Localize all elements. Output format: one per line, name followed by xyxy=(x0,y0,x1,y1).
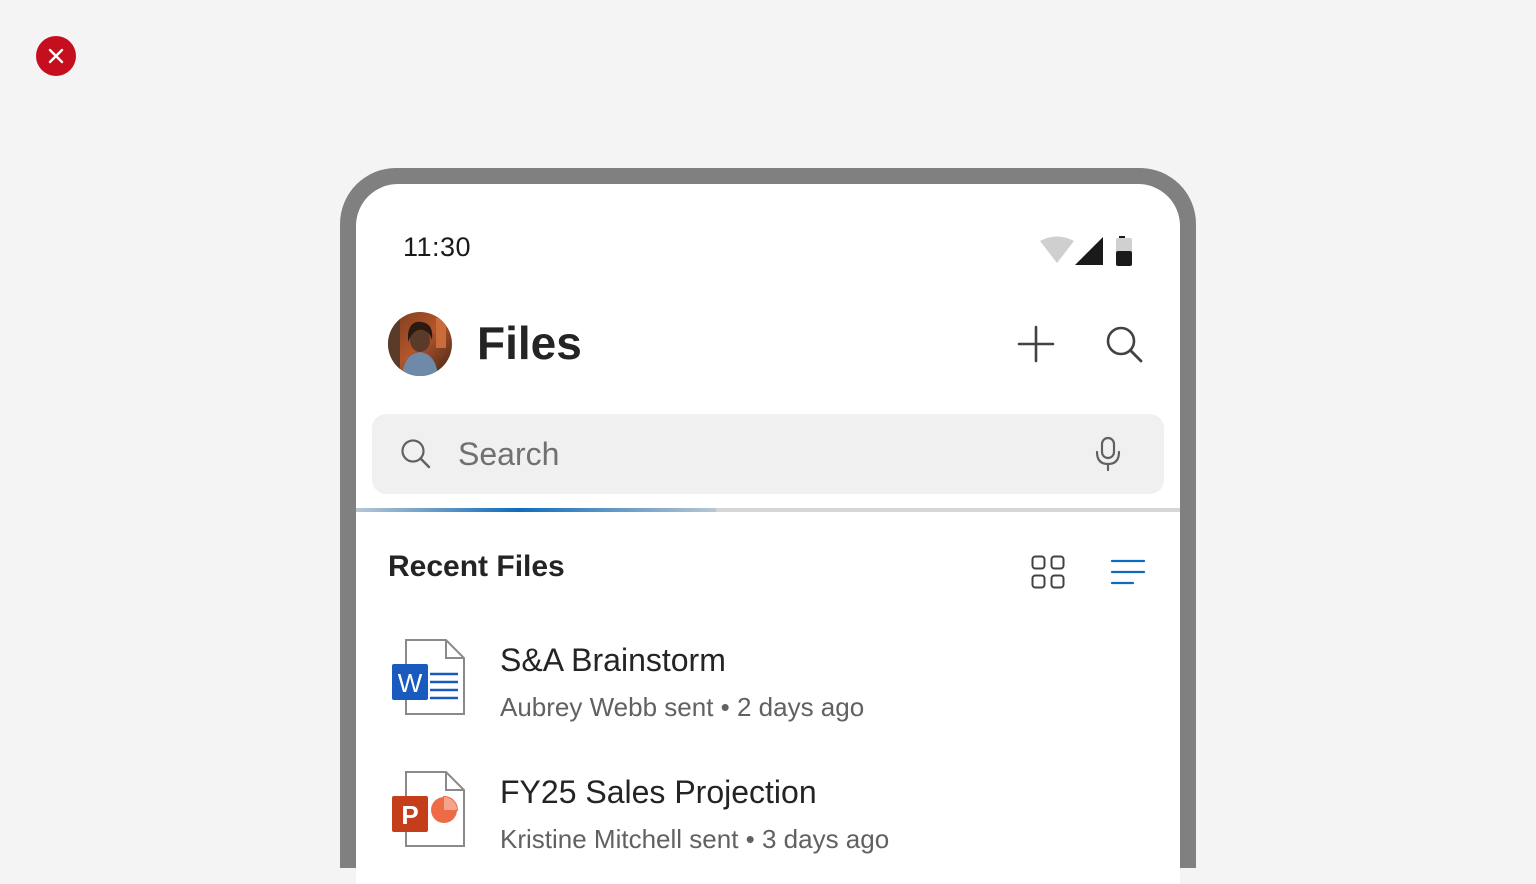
file-name: S&A Brainstorm xyxy=(500,642,726,678)
status-time: 11:30 xyxy=(403,232,472,262)
list-item[interactable]: W S&A Brainstorm Aubrey Webb sent • 2 da… xyxy=(356,638,1180,758)
phone-screen: 11:30 Files Search Recent Files W S&A Br… xyxy=(356,184,1180,884)
avatar[interactable] xyxy=(388,312,452,376)
loading-progress-indicator xyxy=(356,508,716,512)
add-icon xyxy=(1017,325,1055,363)
list-view-icon xyxy=(1111,559,1145,585)
close-icon xyxy=(48,48,64,64)
phone-frame: 11:30 Files Search Recent Files W S&A Br… xyxy=(340,168,1196,884)
search-input[interactable] xyxy=(458,432,1038,476)
svg-text:W: W xyxy=(398,668,423,698)
file-name: FY25 Sales Projection xyxy=(500,774,817,810)
microphone-button[interactable] xyxy=(1086,432,1130,476)
section-title: Recent Files xyxy=(388,550,565,583)
user-avatar xyxy=(388,312,452,376)
cellular-signal-icon xyxy=(1075,237,1103,265)
add-button[interactable] xyxy=(1012,320,1060,368)
list-view-button[interactable] xyxy=(1104,548,1152,596)
list-item[interactable]: P FY25 Sales Projection Kristine Mitchel… xyxy=(356,770,1180,884)
svg-text:P: P xyxy=(401,800,418,830)
close-button[interactable] xyxy=(36,36,76,76)
battery-icon xyxy=(1116,236,1132,266)
search-button[interactable] xyxy=(1100,320,1148,368)
search-icon xyxy=(401,439,431,469)
word-document-icon: W xyxy=(392,639,465,715)
powerpoint-document-icon: P xyxy=(392,771,465,847)
file-meta: Aubrey Webb sent • 2 days ago xyxy=(500,692,865,722)
grid-view-button[interactable] xyxy=(1024,548,1072,596)
microphone-icon xyxy=(1095,436,1121,472)
search-icon xyxy=(1106,326,1143,363)
status-icons xyxy=(1040,236,1132,266)
search-bar[interactable] xyxy=(372,414,1164,494)
page-title: Files xyxy=(477,317,582,369)
loading-progress-bar xyxy=(356,508,1180,512)
grid-view-icon xyxy=(1031,555,1065,589)
wifi-icon xyxy=(1040,236,1074,263)
